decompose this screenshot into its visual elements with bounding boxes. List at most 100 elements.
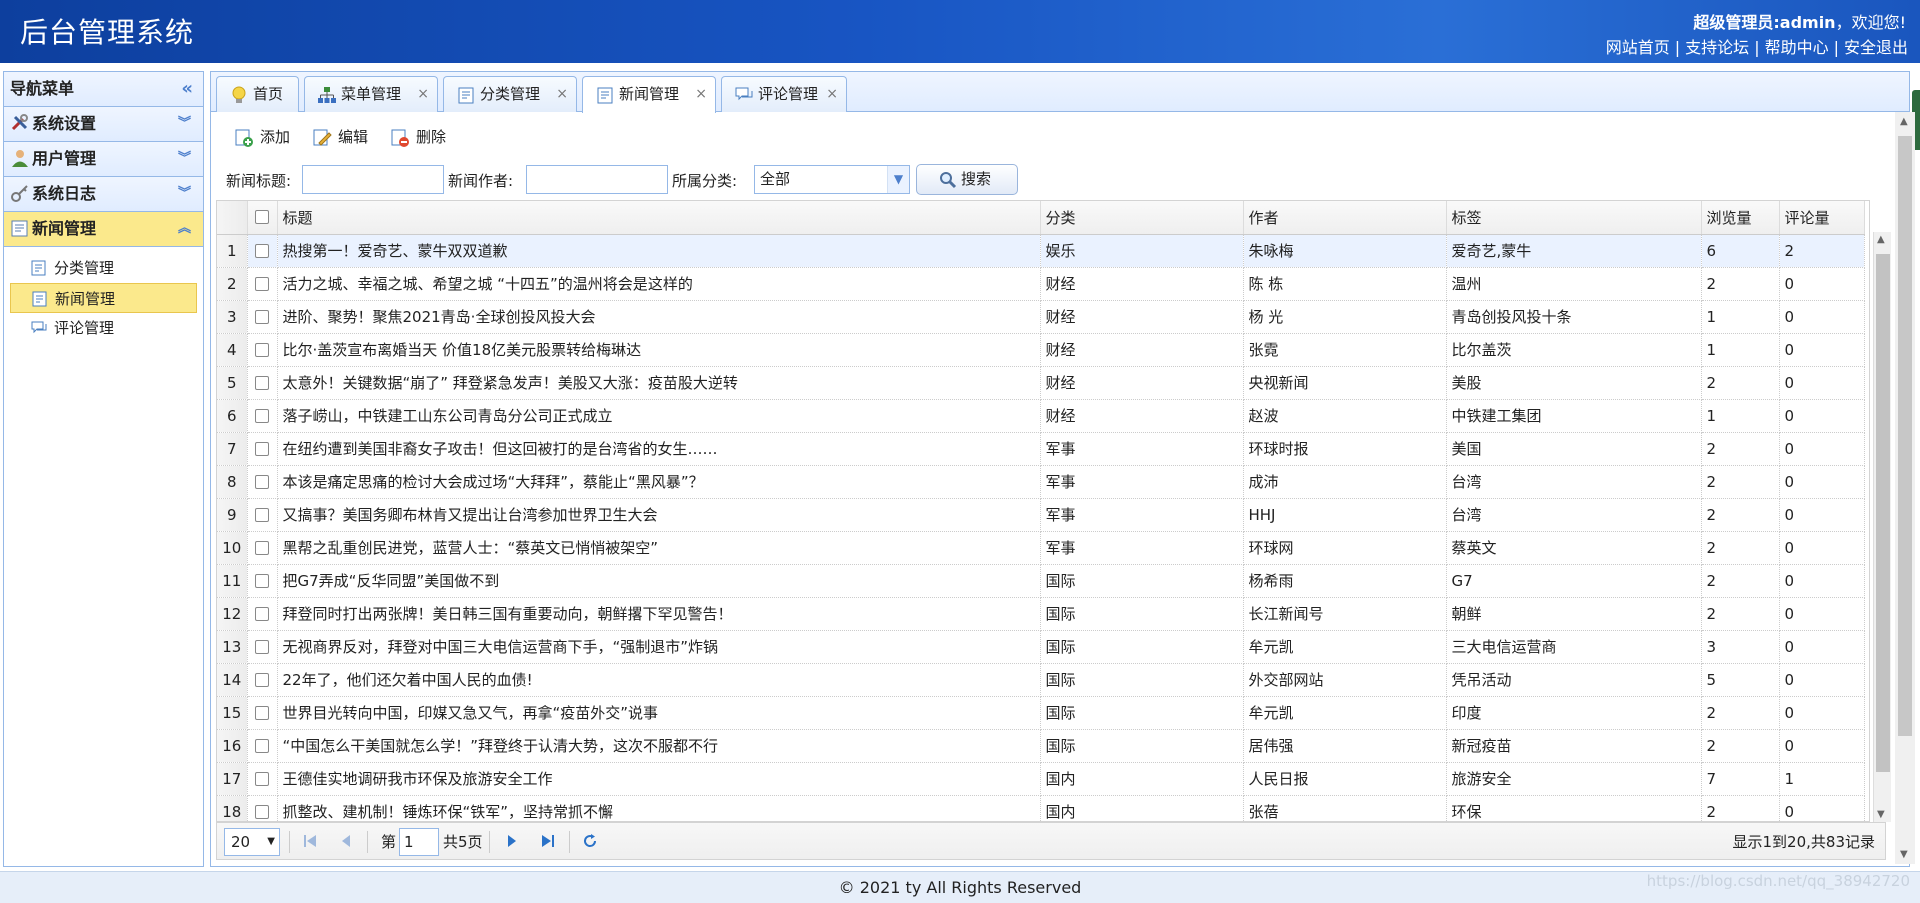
row-checkbox[interactable] [247, 234, 278, 268]
tab-news-management[interactable]: 新闻管理 × [582, 76, 716, 113]
link-forum[interactable]: 支持论坛 [1685, 38, 1749, 57]
row-checkbox[interactable] [247, 267, 278, 301]
table-row[interactable]: 6 落子崂山，中铁建工山东公司青岛分公司正式成立 财经 赵波 中铁建工集团 1 0 [217, 399, 1865, 433]
table-row[interactable]: 14 22年了，他们还欠着中国人民的血债! 国际 外交部网站 凭吊活动 5 0 [217, 663, 1865, 697]
table-row[interactable]: 12 拜登同时打出两张牌！美日韩三国有重要动向，朝鲜撂下罕见警告！ 国际 长江新闻号朝… [217, 597, 1865, 631]
row-checkbox[interactable] [247, 498, 278, 532]
checkbox[interactable] [255, 342, 269, 357]
select-all-checkbox[interactable] [247, 201, 278, 235]
row-checkbox[interactable] [247, 795, 278, 821]
nav-item-comment-management[interactable]: 评论管理 [10, 313, 197, 343]
category-select[interactable]: 全部 ▼ [754, 165, 910, 194]
checkbox[interactable] [255, 573, 269, 588]
scroll-up-icon[interactable]: ▲ [1877, 234, 1885, 245]
scroll-down-icon[interactable]: ▼ [1877, 809, 1885, 820]
scroll-down-icon[interactable]: ▼ [1900, 849, 1908, 860]
close-icon[interactable]: × [695, 77, 707, 111]
row-checkbox[interactable] [247, 465, 278, 499]
news-author-input[interactable] [526, 165, 668, 194]
col-tags[interactable]: 标签 [1446, 201, 1702, 235]
row-checkbox[interactable] [247, 597, 278, 631]
row-checkbox[interactable] [247, 630, 278, 664]
nav-item-news-management[interactable]: 新闻管理 [10, 283, 197, 313]
row-checkbox[interactable] [247, 663, 278, 697]
checkbox[interactable] [255, 771, 269, 786]
tab-comment-management[interactable]: 评论管理 × [721, 76, 847, 112]
checkbox[interactable] [255, 243, 269, 258]
table-row[interactable]: 1 热搜第一！爱奇艺、蒙牛双双道歉 娱乐 朱咏梅 爱奇艺,蒙牛 6 2 [217, 234, 1865, 268]
nav-group-system-log[interactable]: 系统日志 ︾ [4, 177, 203, 212]
table-row[interactable]: 17 王德佳实地调研我市环保及旅游安全工作 国内 人民日报 旅游安全 7 1 [217, 762, 1865, 796]
collapse-nav-icon[interactable]: « [181, 72, 193, 106]
table-row[interactable]: 2 活力之城、幸福之城、希望之城 “十四五”的温州将会是这样的 财经陈 栋温州 2 0 [217, 267, 1865, 301]
row-checkbox[interactable] [247, 762, 278, 796]
col-comments[interactable]: 评论量 [1779, 201, 1865, 235]
col-author[interactable]: 作者 [1243, 201, 1447, 235]
checkbox[interactable] [255, 672, 269, 687]
page-scrollbar[interactable]: ▲ ▼ [1895, 112, 1915, 864]
checkbox[interactable] [255, 639, 269, 654]
table-row[interactable]: 13 无视商界反对，拜登对中国三大电信运营商下手，“强制退市”炸锅 国际 牟元凯 三大电… [217, 630, 1865, 664]
add-button[interactable]: 添加 [232, 123, 290, 151]
checkbox[interactable] [255, 375, 269, 390]
table-row[interactable]: 9 又搞事？美国务卿布林肯又提出让台湾参加世界卫生大会 军事 HHJ 台湾 2 0 [217, 498, 1865, 532]
tab-category-management[interactable]: 分类管理 × [443, 76, 577, 112]
link-site-home[interactable]: 网站首页 [1606, 38, 1670, 57]
table-row[interactable]: 3 进阶、聚势！聚焦2021青岛·全球创投风投大会 财经杨 光青岛创投风投十条 1 0 [217, 300, 1865, 334]
refresh-icon[interactable] [581, 832, 599, 850]
nav-item-category-management[interactable]: 分类管理 [10, 253, 197, 283]
table-scrollbar[interactable]: ▲ ▼ [1873, 232, 1891, 822]
row-checkbox[interactable] [247, 432, 278, 466]
row-checkbox[interactable] [247, 300, 278, 334]
link-help[interactable]: 帮助中心 [1765, 38, 1829, 57]
edit-button[interactable]: 编辑 [310, 123, 368, 151]
scroll-thumb[interactable] [1898, 136, 1912, 736]
row-checkbox[interactable] [247, 729, 278, 763]
table-row[interactable]: 8 本该是痛定思痛的检讨大会成过场“大拜拜”，蔡能止“黑风暴”？ 军事 成沛 台湾 2 0 [217, 465, 1865, 499]
checkbox[interactable] [255, 738, 269, 753]
nav-group-system-settings[interactable]: 系统设置 ︾ [4, 107, 203, 142]
tab-home[interactable]: 首页 [216, 76, 299, 112]
nav-group-news-management[interactable]: 新闻管理 ︽ [4, 212, 203, 247]
link-logout[interactable]: 安全退出 [1844, 38, 1908, 57]
row-checkbox[interactable] [247, 696, 278, 730]
table-row[interactable]: 18 抓整改、建机制！锤炼环保“铁军”，坚持常抓不懈 国内 张蓓 环保 2 0 [217, 795, 1865, 821]
next-page-icon[interactable] [503, 832, 521, 850]
nav-group-user-management[interactable]: 用户管理 ︾ [4, 142, 203, 177]
checkbox[interactable] [255, 804, 269, 819]
tab-menu-management[interactable]: 菜单管理 × [304, 76, 438, 112]
row-checkbox[interactable] [247, 531, 278, 565]
table-row[interactable]: 15 世界目光转向中国，印媒又急又气，再拿“疫苗外交”说事 国际 牟元凯 印度 2 0 [217, 696, 1865, 730]
page-number-input[interactable]: 1 [399, 828, 439, 856]
checkbox[interactable] [255, 408, 269, 423]
row-checkbox[interactable] [247, 399, 278, 433]
search-button[interactable]: 搜索 [916, 164, 1018, 195]
table-row[interactable]: 11 把G7弄成“反华同盟”美国做不到 国际 杨希雨 G7 2 0 [217, 564, 1865, 598]
row-checkbox[interactable] [247, 333, 278, 367]
checkbox[interactable] [255, 507, 269, 522]
prev-page-icon[interactable] [337, 832, 355, 850]
close-icon[interactable]: × [417, 77, 429, 111]
table-row[interactable]: 5 太意外！关键数据“崩了” 拜登紧急发声！美股又大涨：疫苗股大逆转 财经 央视新闻美… [217, 366, 1865, 400]
close-icon[interactable]: × [556, 77, 568, 111]
col-category[interactable]: 分类 [1040, 201, 1244, 235]
checkbox[interactable] [255, 441, 269, 456]
close-icon[interactable]: × [826, 77, 838, 111]
table-row[interactable]: 10 黑帮之乱重创民进党，蓝营人士：“蔡英文已悄悄被架空” 军事 环球网 蔡英文 2 0 [217, 531, 1865, 565]
checkbox[interactable] [255, 705, 269, 720]
checkbox[interactable] [255, 606, 269, 621]
col-views[interactable]: 浏览量 [1701, 201, 1780, 235]
row-checkbox[interactable] [247, 366, 278, 400]
col-title[interactable]: 标题 [277, 201, 1041, 235]
news-title-input[interactable] [302, 165, 444, 194]
scroll-thumb[interactable] [1876, 254, 1890, 772]
last-page-icon[interactable] [539, 832, 557, 850]
table-row[interactable]: 7 在纽约遭到美国非裔女子攻击！但这回被打的是台湾省的女生…… 军事 环球时报 美国 2 0 [217, 432, 1865, 466]
checkbox[interactable] [255, 474, 269, 489]
table-row[interactable]: 16 “中国怎么干美国就怎么学！”拜登终于认清大势，这次不服都不行 国际 居伟强 新冠疫… [217, 729, 1865, 763]
table-row[interactable]: 4 比尔·盖茨宣布离婚当天 价值18亿美元股票转给梅琳达 财经 张霓 比尔盖茨 1 0 [217, 333, 1865, 367]
checkbox[interactable] [255, 309, 269, 324]
page-size-select[interactable]: 20 ▼ [224, 828, 280, 856]
delete-button[interactable]: 删除 [388, 123, 446, 151]
checkbox[interactable] [255, 540, 269, 555]
